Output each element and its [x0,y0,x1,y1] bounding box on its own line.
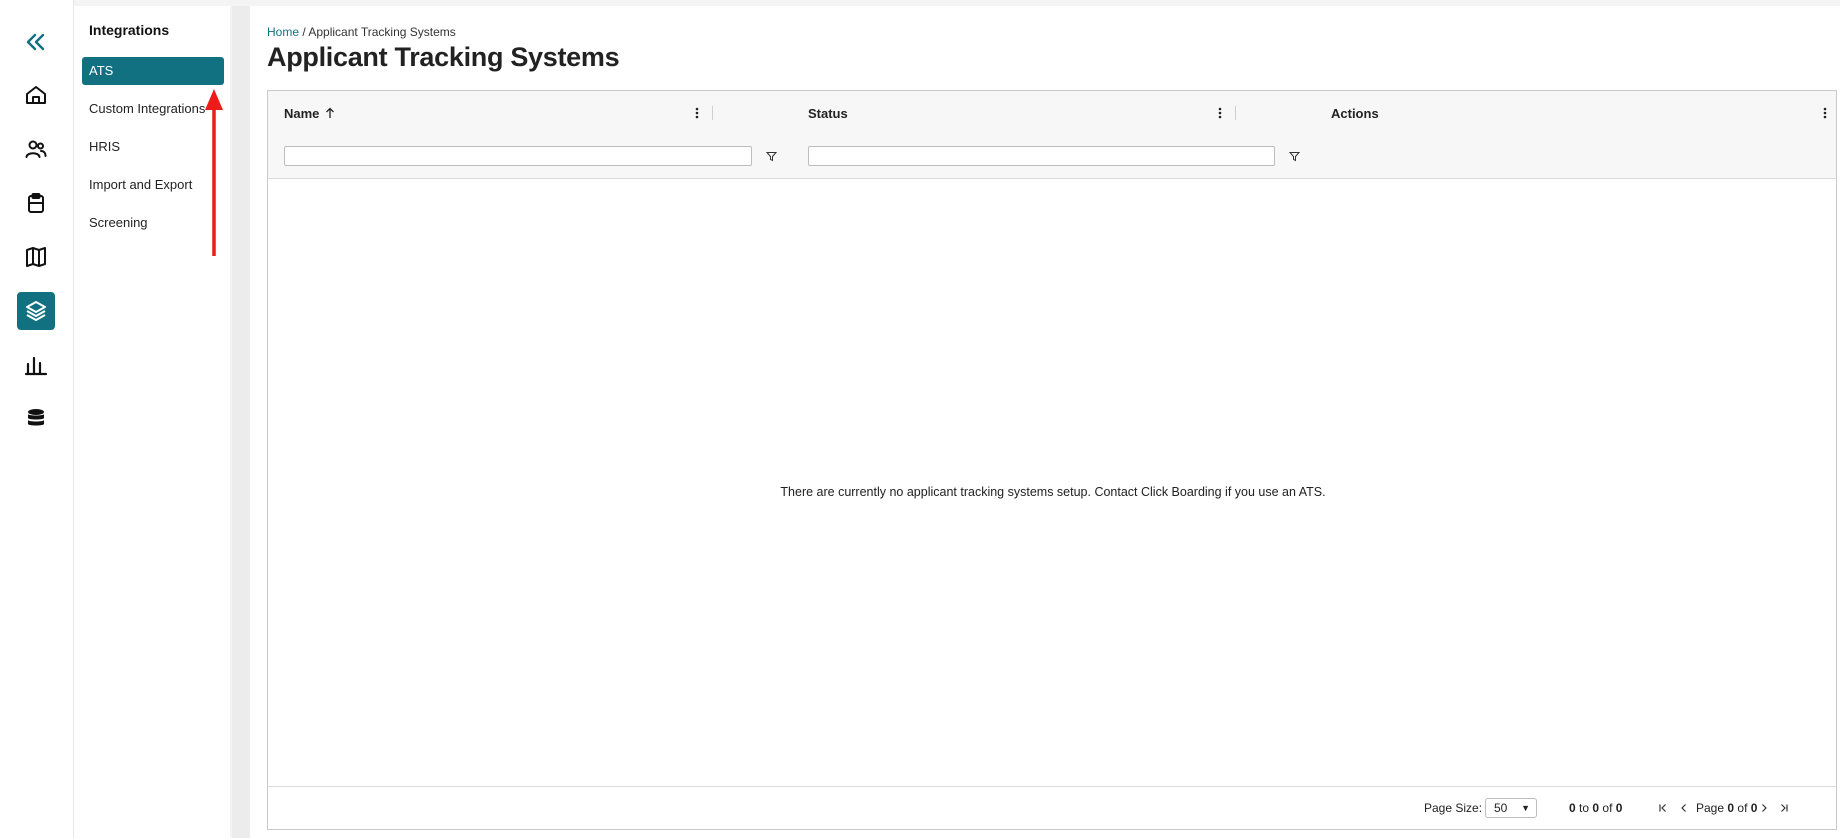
actions-column-menu-button[interactable] [1817,103,1833,123]
pagination-bar: Page Size: 50 ▼ 0 to 0 of 0 Page 0 of 0 [268,786,1836,829]
grid-header: Name Status Actions [268,91,1836,136]
first-page-icon [1659,804,1666,812]
nav-integrations-button[interactable] [17,292,55,330]
range-to: 0 [1592,801,1600,815]
name-filter-button[interactable] [763,148,779,164]
submenu-item-ats[interactable]: ATS [82,57,224,85]
column-header-actions[interactable]: Actions [1331,91,1379,135]
column-header-status[interactable]: Status [808,91,848,135]
home-icon [26,86,46,104]
main-content: Home / Applicant Tracking Systems Applic… [250,6,1840,838]
annotation-arrow-icon [205,89,223,256]
column-actions-label: Actions [1331,105,1379,121]
row-range-summary: 0 to 0 of 0 [1569,801,1622,815]
database-icon [28,409,44,426]
layers-icon [26,301,46,321]
double-chevron-left-icon [26,33,45,51]
page-current: 0 [1727,801,1735,815]
page-title: Applicant Tracking Systems [267,42,620,72]
submenu-title: Integrations [89,22,170,38]
page-of-word: of [1737,801,1748,815]
column-header-name[interactable]: Name [284,91,335,135]
nav-map-button[interactable] [17,238,55,276]
column-name-label: Name [284,105,320,121]
clipboard-icon [28,193,44,213]
column-separator[interactable] [1235,106,1236,120]
breadcrumb-current: Applicant Tracking Systems [308,25,456,39]
kebab-menu-icon [1823,107,1827,119]
nav-reports-button[interactable] [17,346,55,384]
filter-icon [1288,151,1300,161]
collapse-button[interactable] [17,23,55,61]
range-from: 0 [1569,801,1576,815]
page-size-select[interactable]: 50 ▼ [1485,798,1537,818]
first-page-button[interactable] [1656,800,1670,816]
nav-clipboard-button[interactable] [17,184,55,222]
page-word: Page [1696,801,1725,815]
nav-home-button[interactable] [17,76,55,114]
filter-row [268,135,1836,179]
column-status-label: Status [808,105,848,121]
range-to-word: to [1579,801,1590,815]
status-filter-button[interactable] [1286,148,1302,164]
panel-divider [232,6,250,838]
bar-chart-icon [24,356,48,376]
filter-icon [765,151,777,161]
ats-grid: Name Status Actions There are currently … [267,90,1837,830]
previous-page-button[interactable] [1677,800,1691,816]
status-column-menu-button[interactable] [1212,103,1228,123]
breadcrumb: Home / Applicant Tracking Systems [267,25,456,39]
kebab-menu-icon [1218,107,1222,119]
icon-rail [0,0,74,838]
page-size-value: 50 [1494,801,1508,815]
range-of-word: of [1602,801,1613,815]
chevron-left-icon [1681,804,1686,812]
caret-down-icon: ▼ [1521,803,1530,813]
empty-state-message: There are currently no applicant trackin… [780,485,1326,499]
nav-database-button[interactable] [17,400,55,438]
map-icon [26,247,46,267]
range-total: 0 [1615,801,1623,815]
name-column-menu-button[interactable] [689,103,705,123]
kebab-menu-icon [695,107,699,119]
name-filter-input[interactable] [284,146,752,166]
page-size-label: Page Size: [1424,801,1483,815]
last-page-icon [1781,804,1788,812]
status-filter-input[interactable] [808,146,1275,166]
nav-people-button[interactable] [17,130,55,168]
last-page-button[interactable] [1777,800,1791,816]
breadcrumb-separator: / [302,25,306,39]
arrow-up-icon [326,107,335,118]
page-indicator: Page 0 of 0 [1696,801,1757,815]
column-separator[interactable] [712,106,713,120]
users-icon [25,140,47,158]
next-page-button[interactable] [1757,800,1771,816]
chevron-right-icon [1762,804,1767,812]
breadcrumb-home-link[interactable]: Home [267,25,299,39]
